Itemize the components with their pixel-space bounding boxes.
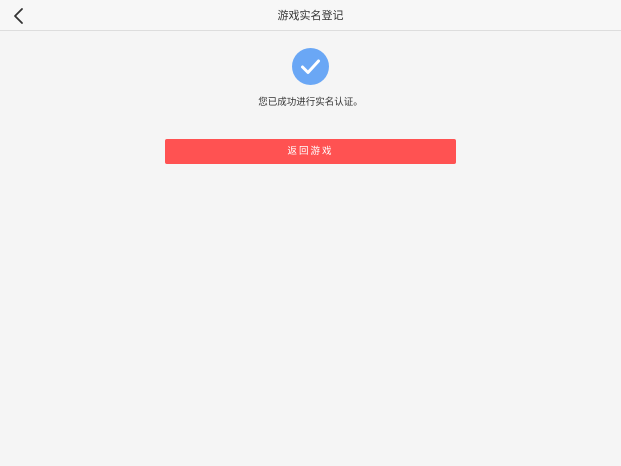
check-circle-icon	[292, 48, 329, 85]
page-title: 游戏实名登记	[277, 9, 344, 22]
return-to-game-button[interactable]: 返回游戏	[165, 139, 456, 164]
nav-bar: 游戏实名登记	[0, 0, 621, 31]
success-message: 您已成功进行实名认证。	[258, 97, 363, 108]
